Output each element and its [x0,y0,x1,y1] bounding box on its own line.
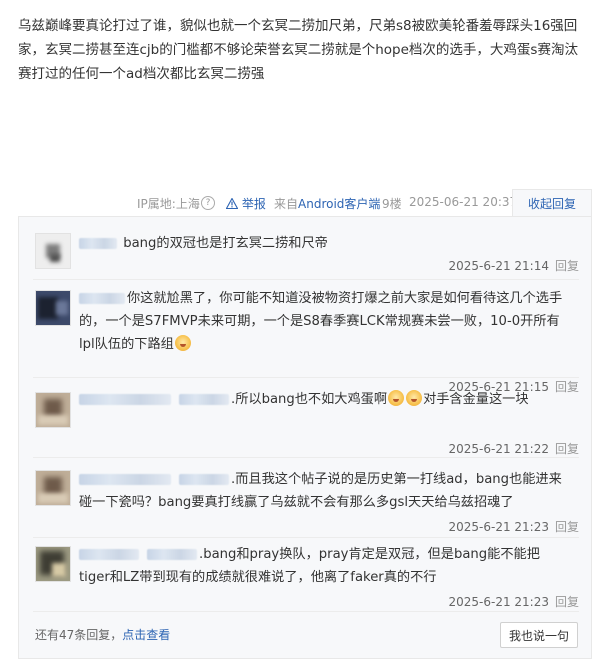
reply-divider [33,377,579,378]
source-prefix: 来自 [274,197,299,211]
reply-username[interactable] [79,292,125,304]
reply-time: 2025-6-21 21:23 [448,520,549,534]
post-content: 乌兹巅峰要真论打过了谁，貌似也就一个玄冥二捞加尺弟，尺弟s8被欧美轮番羞辱踩头1… [18,18,578,82]
reply-username[interactable] [79,473,171,485]
reply-button[interactable]: 回复 [555,442,579,456]
reply-username[interactable] [79,548,139,560]
laughing-emoji-icon [174,335,191,351]
add-reply-button[interactable]: 我也说一句 [500,622,578,648]
reply-text: .而且我这个帖子说的是历史第一打线ad，bang也能进来碰一下瓷吗？bang要真… [79,468,569,514]
post-source: 来自Android客户端 [274,195,380,212]
reply-text: .所以bang也不如大鸡蛋啊 对手含金量这一块 [79,388,569,411]
reply-time: 2025-6-21 21:14 [448,259,549,273]
reply-content: .所以bang也不如大鸡蛋啊 [231,392,388,407]
reply-username[interactable] [79,393,171,405]
reply-text: bang的双冠也是打玄冥二捞和尺帝 [79,232,569,255]
reply-content: 你这就尬黑了，你可能不知道没被物资打爆之前大家是如何看待这几个选手的，一个是S7… [79,291,563,352]
help-icon[interactable]: ? [201,196,215,210]
reply-content-tail: 对手含金量这一块 [423,392,529,407]
reply-divider [33,279,579,280]
laughing-emoji-icon [406,390,423,406]
reply-footer: 2025-6-21 21:14 回复 [448,257,579,274]
avatar[interactable] [35,392,71,428]
report-link[interactable]: 举报 [225,195,266,212]
reply-text: .bang和pray换队，pray肯定是双冠，但是bang能不能把tiger和L… [79,543,569,589]
reply-time: 2025-6-21 21:23 [448,595,549,609]
more-replies-count: 还有47条回复， [35,628,123,642]
ip-location: IP属地:上海 [137,197,200,211]
reply-target-username[interactable] [179,473,229,485]
reply-divider [33,611,579,612]
floor-number: 9楼 [382,197,402,211]
report-label: 举报 [241,197,266,211]
reply-target-username[interactable] [179,393,229,405]
reply-button[interactable]: 回复 [555,520,579,534]
avatar[interactable] [35,546,71,582]
reply-time: 2025-6-21 21:22 [448,442,549,456]
reply-footer: 2025-6-21 21:22 回复 [448,440,579,457]
warning-icon [225,197,239,210]
reply-content: bang的双冠也是打玄冥二捞和尺帝 [123,236,328,251]
reply-target-username[interactable] [147,548,197,560]
reply-divider [33,457,579,458]
client-link[interactable]: Android客户端 [298,197,380,211]
reply-footer: 2025-6-21 21:23 回复 [448,593,579,610]
view-more-link[interactable]: 点击查看 [122,628,170,642]
avatar[interactable] [35,290,71,326]
collapse-replies-button[interactable]: 收起回复 [512,189,592,217]
post-time: 2025-06-21 20:37 [409,195,518,209]
reply-button[interactable]: 回复 [555,259,579,273]
reply-panel: bang的双冠也是打玄冥二捞和尺帝 2025-6-21 21:14 回复 你这就尬… [18,216,592,659]
avatar[interactable] [35,233,71,269]
laughing-emoji-icon [388,390,405,406]
reply-button[interactable]: 回复 [555,595,579,609]
reply-divider [33,537,579,538]
avatar[interactable] [35,470,71,506]
reply-text: 你这就尬黑了，你可能不知道没被物资打爆之前大家是如何看待这几个选手的，一个是S7… [79,287,569,356]
reply-username[interactable] [79,237,117,249]
more-replies: 还有47条回复，点击查看 [35,626,170,643]
reply-footer: 2025-6-21 21:23 回复 [448,518,579,535]
